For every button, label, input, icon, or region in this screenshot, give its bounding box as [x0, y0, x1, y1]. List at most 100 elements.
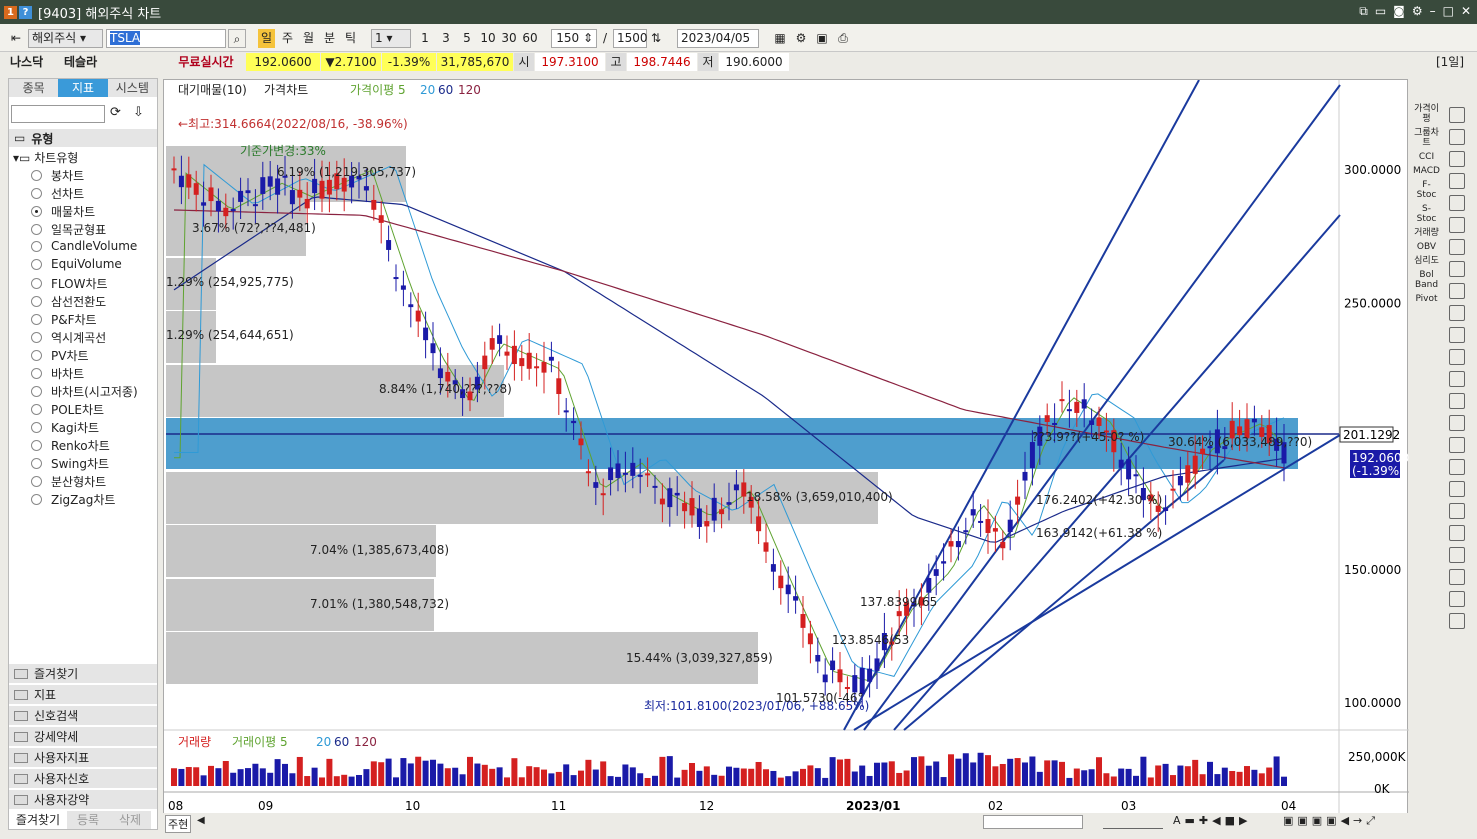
- indicator-tool-button[interactable]: S-Stoc: [1413, 204, 1440, 224]
- chart-type-item[interactable]: 역시계곡선: [31, 329, 106, 346]
- radio-button[interactable]: [31, 422, 42, 433]
- ray-tool-icon[interactable]: [1449, 261, 1465, 277]
- radio-button[interactable]: [31, 170, 42, 181]
- interval-select[interactable]: 1 ▾: [371, 29, 411, 48]
- tab-indicator[interactable]: 지표: [58, 79, 108, 97]
- pen-icon[interactable]: [1449, 151, 1465, 167]
- symbol-input[interactable]: TSLA: [106, 29, 226, 48]
- folder-item[interactable]: 신호검색: [9, 705, 157, 725]
- eraser-icon[interactable]: [1449, 129, 1465, 145]
- period-minute[interactable]: 분: [321, 29, 338, 48]
- close-icon[interactable]: ✕: [1461, 4, 1471, 19]
- indicator-tool-button[interactable]: OBV: [1413, 242, 1440, 252]
- folder-item[interactable]: 사용자신호: [9, 768, 157, 788]
- search-icon[interactable]: ⌕: [228, 29, 246, 48]
- refresh-icon[interactable]: ⟳: [110, 105, 121, 120]
- chart-type-item[interactable]: EquiVolume: [31, 257, 122, 271]
- chart-type-item[interactable]: Renko차트: [31, 437, 110, 454]
- chart-type-icon[interactable]: ▦: [771, 29, 789, 48]
- delete-button[interactable]: 삭제: [109, 811, 151, 829]
- radio-button[interactable]: [31, 386, 42, 397]
- chart-type-item[interactable]: Swing차트: [31, 455, 109, 472]
- radio-button[interactable]: [31, 240, 42, 252]
- indicator-tool-button[interactable]: Bol Band: [1413, 270, 1440, 290]
- export-icon[interactable]: [1449, 613, 1465, 629]
- chart-type-item[interactable]: 매물차트: [31, 203, 95, 220]
- chart-type-item[interactable]: 분산형차트: [31, 473, 106, 490]
- pattern-icon[interactable]: [1449, 547, 1465, 563]
- zoom-slider[interactable]: [1103, 815, 1163, 829]
- chart-controls[interactable]: A▬✚◀■▶: [1173, 814, 1251, 827]
- bar-chart-icon[interactable]: [1449, 503, 1465, 519]
- print-icon[interactable]: ⎙: [834, 29, 852, 48]
- list-icon[interactable]: [1449, 481, 1465, 497]
- interval-10[interactable]: 10: [479, 29, 497, 48]
- help-icon[interactable]: ?: [19, 5, 32, 19]
- date-picker[interactable]: 2023/04/05 ▾: [677, 29, 759, 62]
- interval-3[interactable]: 3: [437, 29, 455, 48]
- radio-button[interactable]: [31, 368, 42, 379]
- folder-item[interactable]: 즐겨찾기: [9, 663, 157, 683]
- interval-60[interactable]: 60: [521, 29, 539, 48]
- period-day[interactable]: 일: [258, 29, 275, 48]
- settings-icon[interactable]: ⚙: [792, 29, 810, 48]
- period-month[interactable]: 월: [300, 29, 317, 48]
- radio-button[interactable]: [31, 332, 42, 343]
- question-icon[interactable]: [1449, 173, 1465, 189]
- radio-button[interactable]: [31, 494, 42, 505]
- period-week[interactable]: 주: [279, 29, 296, 48]
- chart-type-item[interactable]: 바차트: [31, 365, 84, 382]
- indicator-tool-button[interactable]: 가격이평: [1413, 104, 1440, 124]
- chart-type-item[interactable]: 선차트: [31, 185, 84, 202]
- radio-button[interactable]: [31, 440, 42, 451]
- indicator-tool-button[interactable]: 그룹차트: [1413, 128, 1440, 148]
- radio-button[interactable]: [31, 258, 42, 270]
- window-icon[interactable]: [1449, 459, 1465, 475]
- price-chart[interactable]: 대기매물(10) 가격차트 가격이평 5 20 60 120거래량 거래이평 5 20 60 12…: [164, 79, 1409, 816]
- gear-icon[interactable]: ⚙: [1412, 4, 1423, 19]
- pointer-icon[interactable]: [1449, 107, 1465, 123]
- chart-type-item[interactable]: ZigZag차트: [31, 491, 115, 508]
- chart-type-item[interactable]: 일목균형표: [31, 221, 106, 238]
- folder-item[interactable]: 강세약세: [9, 726, 157, 746]
- radio-button[interactable]: [31, 476, 42, 487]
- camera-icon[interactable]: ◙: [1393, 4, 1405, 19]
- tab-stock[interactable]: 종목: [9, 79, 59, 97]
- indicator-tool-button[interactable]: MACD: [1413, 166, 1440, 176]
- folder-item[interactable]: 사용자지표: [9, 747, 157, 767]
- horizontal-scrollbar[interactable]: [983, 815, 1083, 829]
- radio-button[interactable]: [31, 458, 42, 469]
- scroll-left-icon[interactable]: ◀: [197, 815, 205, 826]
- total-field[interactable]: 1500: [613, 29, 648, 48]
- radio-button[interactable]: [31, 206, 42, 217]
- save-icon[interactable]: ▭: [1375, 4, 1386, 19]
- period-tick[interactable]: 틱: [342, 29, 359, 48]
- chart-type-item[interactable]: POLE차트: [31, 401, 104, 418]
- grid-icon[interactable]: [1449, 415, 1465, 431]
- text-tool-icon[interactable]: [1449, 195, 1465, 211]
- gann-icon[interactable]: [1449, 327, 1465, 343]
- chart-type-item[interactable]: FLOW차트: [31, 275, 108, 292]
- line-tool-icon[interactable]: [1449, 239, 1465, 255]
- chart-type-item[interactable]: CandleVolume: [31, 239, 137, 253]
- tab-system[interactable]: 시스템: [107, 79, 157, 97]
- folder-item[interactable]: 사용자강약: [9, 789, 157, 809]
- register-button[interactable]: 등록: [67, 811, 109, 829]
- brush-icon[interactable]: [1449, 217, 1465, 233]
- maximize-icon[interactable]: □: [1443, 4, 1454, 19]
- tree-node[interactable]: ▾▭ 차트유형: [13, 149, 78, 166]
- link-icon[interactable]: ⧉: [1359, 4, 1368, 19]
- chart-type-item[interactable]: 삼선전환도: [31, 293, 106, 310]
- market-select[interactable]: 해외주식 ▾: [28, 29, 103, 48]
- folder-item[interactable]: 지표: [9, 684, 157, 704]
- chart-type-item[interactable]: P&F차트: [31, 311, 97, 328]
- chart-type-item[interactable]: 봉차트: [31, 167, 84, 184]
- auto-icon[interactable]: [1449, 437, 1465, 453]
- zoom-icon[interactable]: [1449, 591, 1465, 607]
- indicator-tool-button[interactable]: Pivot: [1413, 294, 1440, 304]
- radio-button[interactable]: [31, 296, 42, 307]
- radio-button[interactable]: [31, 224, 42, 235]
- section-header[interactable]: ▭ 유형: [9, 129, 157, 147]
- chart-type-item[interactable]: Kagi차트: [31, 419, 99, 436]
- interval-5[interactable]: 5: [458, 29, 476, 48]
